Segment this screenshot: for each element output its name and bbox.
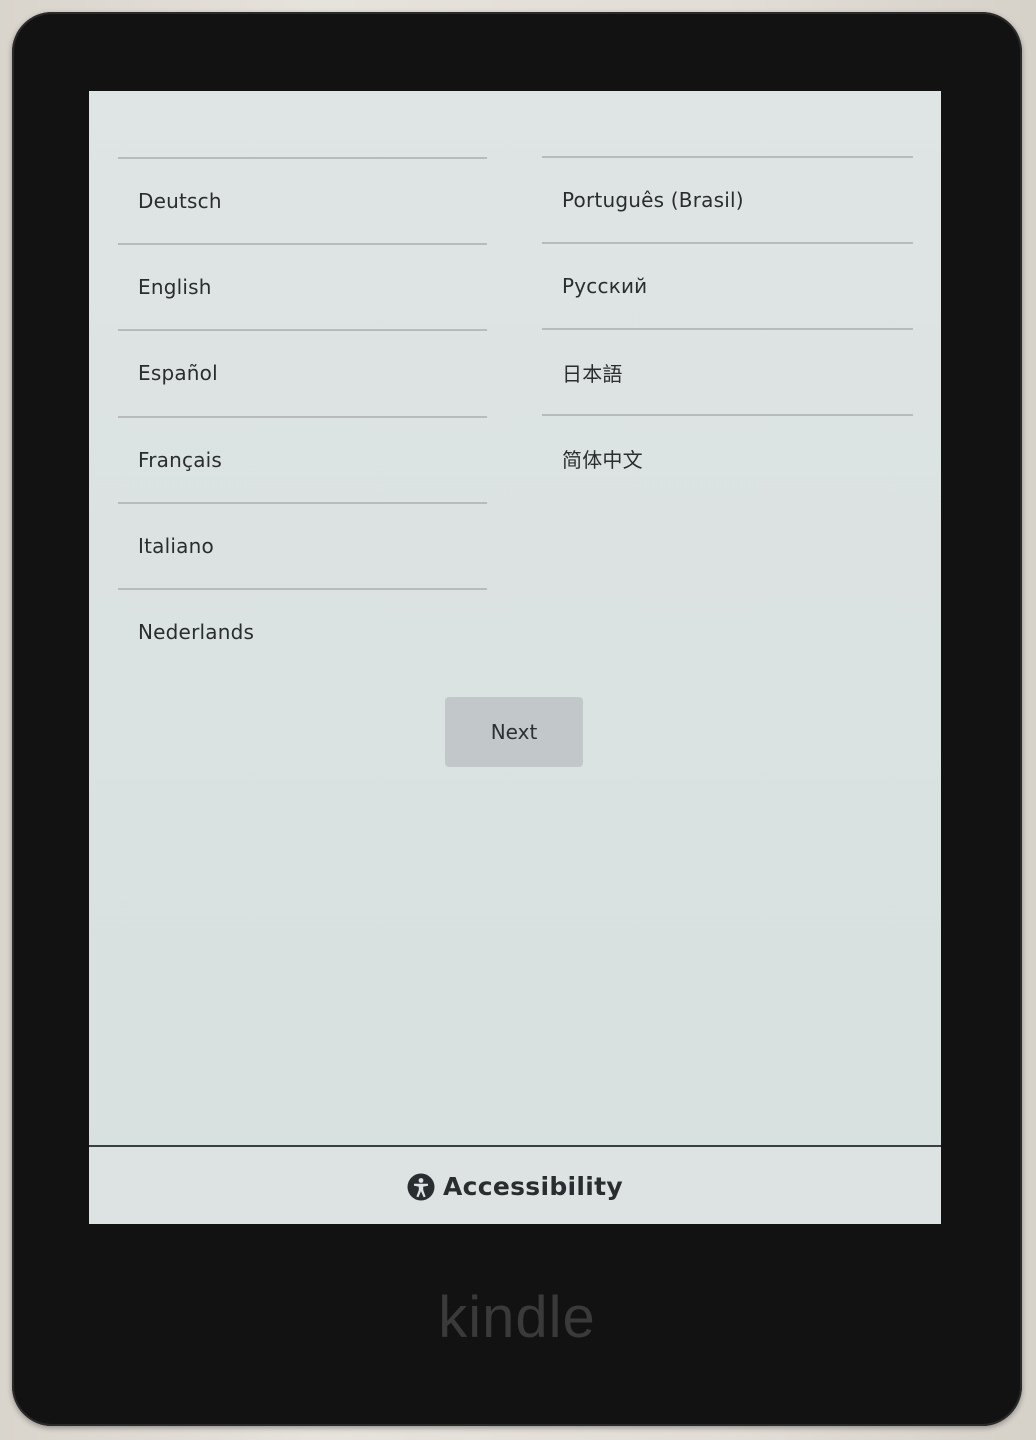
language-label: Français bbox=[138, 448, 223, 472]
next-button-label: Next bbox=[490, 720, 538, 744]
kindle-device: Deutsch English Español Français Italian… bbox=[12, 12, 1022, 1426]
kindle-logo: kindle bbox=[438, 1285, 596, 1350]
accessibility-icon bbox=[407, 1173, 435, 1201]
language-label: 简体中文 bbox=[562, 447, 643, 472]
language-label: English bbox=[138, 275, 212, 299]
language-item-deutsch[interactable]: Deutsch bbox=[118, 159, 487, 243]
language-item-italiano[interactable]: Italiano bbox=[118, 504, 487, 588]
language-item-russian[interactable]: Русский bbox=[542, 244, 913, 328]
language-label: Italiano bbox=[138, 534, 214, 558]
accessibility-bar[interactable]: Accessibility bbox=[89, 1145, 941, 1224]
language-label: Español bbox=[138, 361, 218, 385]
language-label: 日本語 bbox=[562, 361, 623, 386]
accessibility-label: Accessibility bbox=[442, 1172, 624, 1201]
language-label: Nederlands bbox=[138, 620, 255, 644]
language-label: Русский bbox=[562, 274, 648, 298]
language-label: Português (Brasil) bbox=[562, 188, 744, 212]
language-item-portugues-brasil[interactable]: Português (Brasil) bbox=[542, 158, 913, 242]
device-screen: Deutsch English Español Français Italian… bbox=[89, 91, 941, 1224]
language-item-simplified-chinese[interactable]: 简体中文 bbox=[542, 416, 913, 500]
language-item-francais[interactable]: Français bbox=[118, 418, 487, 502]
language-item-english[interactable]: English bbox=[118, 245, 487, 329]
language-item-espanol[interactable]: Español bbox=[118, 331, 487, 415]
language-item-nederlands[interactable]: Nederlands bbox=[118, 590, 487, 674]
next-button[interactable]: Next bbox=[445, 697, 583, 767]
language-label: Deutsch bbox=[138, 189, 222, 213]
language-item-japanese[interactable]: 日本語 bbox=[542, 330, 913, 414]
